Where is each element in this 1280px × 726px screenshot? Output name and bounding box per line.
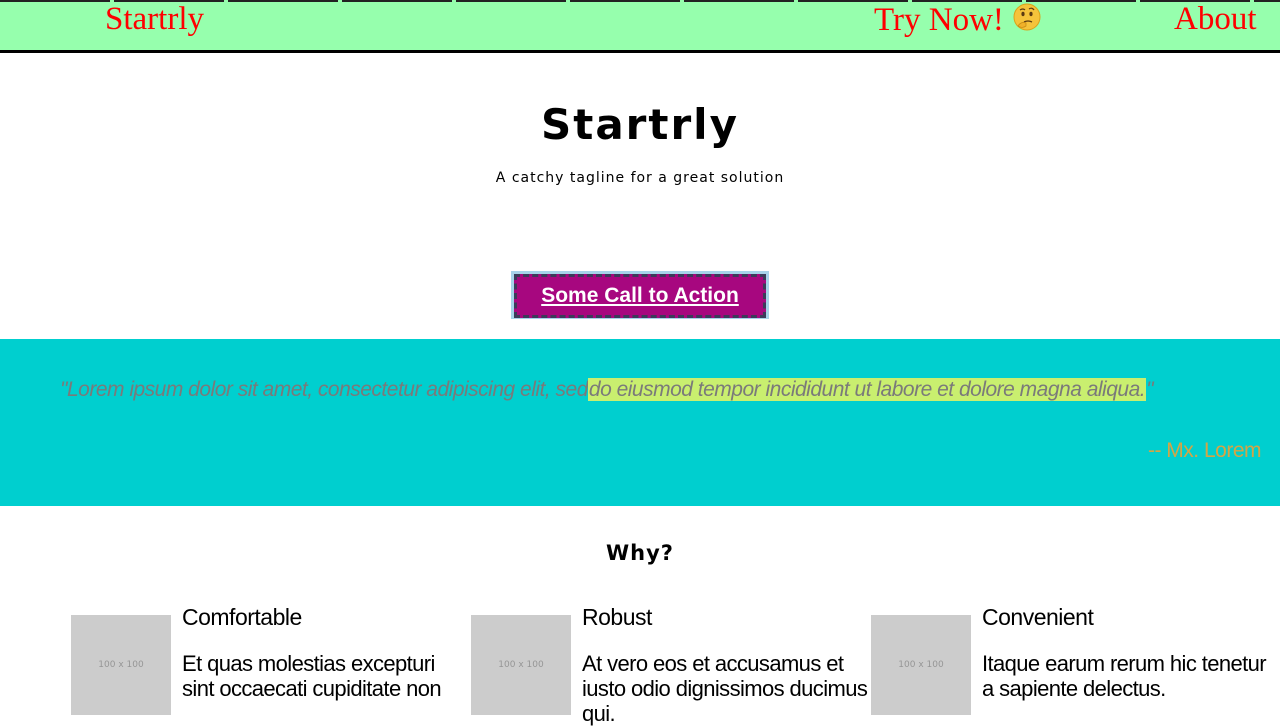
nav-try-now-link[interactable]: Try Now! bbox=[874, 2, 1042, 37]
feature-card-robust: 100 x 100 Robust At vero eos et accusamu… bbox=[471, 603, 871, 726]
feature-description: Itaque earum rerum hic tenetur a sapient… bbox=[982, 651, 1267, 701]
feature-card-convenient: 100 x 100 Convenient Itaque earum rerum … bbox=[871, 603, 1271, 715]
cta-outline: Some Call to Action bbox=[511, 271, 769, 319]
feature-placeholder-image: 100 x 100 bbox=[471, 615, 571, 715]
quote-text-highlight: do eiusmod tempor incididunt ut labore e… bbox=[587, 378, 1147, 401]
nav-about-link[interactable]: About bbox=[1174, 2, 1257, 36]
feature-description: Et quas molestias excepturi sint occaeca… bbox=[182, 651, 442, 701]
hero-tagline: A catchy tagline for a great solution bbox=[495, 170, 785, 186]
testimonial-quote: "Lorem ipsum dolor sit amet, consectetur… bbox=[60, 375, 1154, 405]
testimonial-section: "Lorem ipsum dolor sit amet, consectetur… bbox=[0, 339, 1280, 506]
nav-try-now-label: Try Now! bbox=[874, 2, 1004, 38]
feature-placeholder-image: 100 x 100 bbox=[71, 615, 171, 715]
quote-text-plain: Lorem ipsum dolor sit amet, consectetur … bbox=[66, 378, 588, 401]
call-to-action-button[interactable]: Some Call to Action bbox=[514, 274, 766, 318]
hero-title: Startrly bbox=[541, 100, 739, 149]
quote-close-mark: " bbox=[1146, 378, 1154, 401]
why-title: Why? bbox=[606, 541, 674, 565]
thinking-face-icon bbox=[1012, 2, 1042, 32]
feature-heading: Comfortable bbox=[182, 604, 302, 630]
testimonial-author: -- Mx. Lorem bbox=[1147, 439, 1262, 462]
feature-heading: Robust bbox=[582, 604, 652, 630]
feature-description: At vero eos et accusamus et iusto odio d… bbox=[582, 651, 868, 726]
feature-placeholder-image: 100 x 100 bbox=[871, 615, 971, 715]
top-nav: Startrly Try Now! About bbox=[0, 0, 1280, 53]
nav-brand-link[interactable]: Startrly bbox=[105, 2, 204, 36]
quote-open-mark: " bbox=[60, 378, 67, 401]
feature-card-comfortable: 100 x 100 Comfortable Et quas molestias … bbox=[71, 603, 471, 715]
feature-heading: Convenient bbox=[982, 604, 1094, 630]
